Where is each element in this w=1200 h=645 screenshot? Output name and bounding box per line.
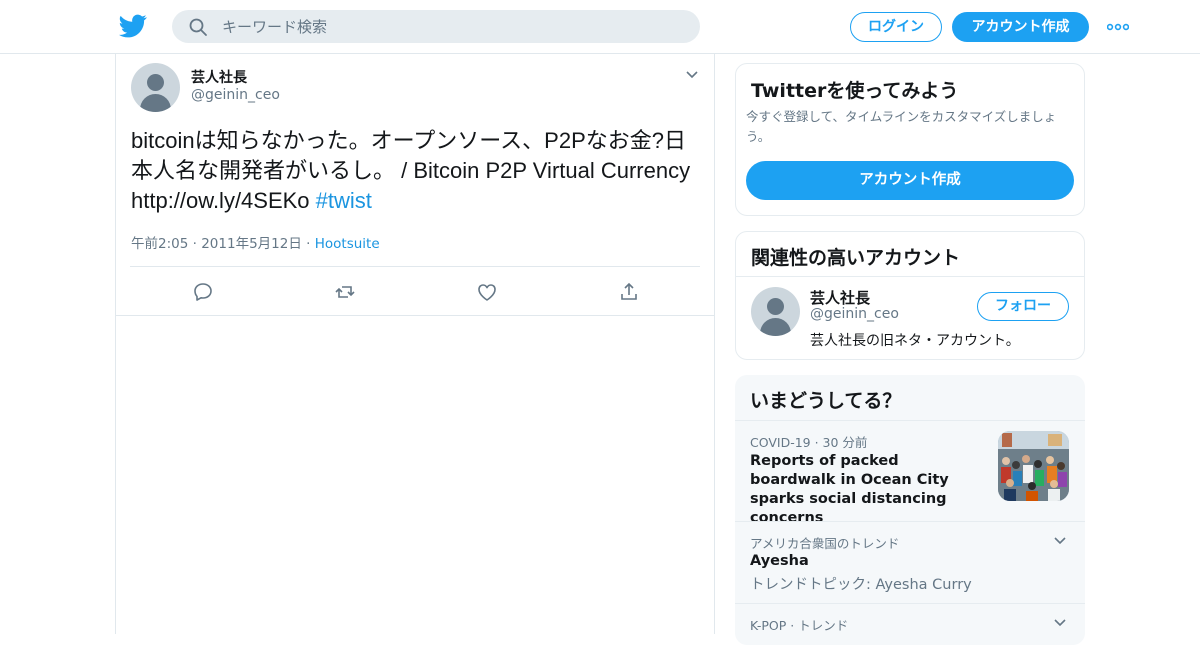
retweet-icon[interactable] <box>334 281 356 303</box>
chevron-down-icon[interactable] <box>1053 618 1067 628</box>
trend-meta: K-POP · トレンド <box>750 618 849 633</box>
tweet-author-handle[interactable]: @geinin_ceo <box>191 87 280 103</box>
like-icon[interactable] <box>476 281 498 303</box>
related-card-title: 関連性の高いアカウント <box>751 247 961 269</box>
avatar[interactable] <box>131 63 180 112</box>
twitter-bird-icon[interactable] <box>119 12 147 40</box>
search-box[interactable] <box>172 10 700 43</box>
hashtag-link[interactable]: #twist <box>316 188 372 213</box>
related-account-handle[interactable]: @geinin_ceo <box>810 306 899 322</box>
avatar-head-shape <box>147 74 164 91</box>
search-input[interactable] <box>222 10 682 43</box>
tweet-timestamp: 午前2:05 · 2011年5月12日 · Hootsuite <box>131 232 380 252</box>
meta-separator: · <box>306 236 311 252</box>
trends-card: いまどうしてる？ COVID-19 · 30 分前 Reports of pac… <box>735 375 1085 645</box>
chevron-down-icon[interactable] <box>1053 536 1067 546</box>
divider <box>735 420 1085 421</box>
tweet-author-name[interactable]: 芸人社長 <box>191 67 247 87</box>
related-accounts-card: 関連性の高いアカウント 芸人社長 @geinin_ceo 芸人社長の旧ネタ・アカ… <box>735 231 1085 360</box>
crowd-photo-icon <box>998 431 1069 501</box>
follow-button[interactable]: フォロー <box>977 292 1069 321</box>
login-button[interactable]: ログイン <box>850 12 942 42</box>
trend-headline[interactable]: Reports of packed boardwalk in Ocean Cit… <box>750 452 975 528</box>
divider <box>735 521 1085 522</box>
trend-meta: アメリカ合衆国のトレンド <box>750 536 900 551</box>
signup-card: Twitterを使ってみよう 今すぐ登録して、タイムラインをカスタマイズしましょ… <box>735 63 1085 216</box>
signup-card-title: Twitterを使ってみよう <box>751 80 959 102</box>
divider <box>735 603 1085 604</box>
tweet-text: bitcoinは知らなかった。オープンソース、P2Pなお金?日本人名な開発者がい… <box>131 126 701 216</box>
chevron-down-icon[interactable] <box>684 69 700 81</box>
related-account-bio: 芸人社長の旧ネタ・アカウント。 <box>810 333 1020 349</box>
trend-name[interactable]: Ayesha <box>750 552 975 571</box>
search-icon <box>189 18 207 36</box>
tweet-time[interactable]: 午前2:05 <box>131 236 188 252</box>
trend-meta: COVID-19 · 30 分前 <box>750 435 868 450</box>
avatar-head-shape <box>767 298 784 315</box>
tweet-action-bar <box>116 267 714 316</box>
reply-icon[interactable] <box>192 281 214 303</box>
more-dots-icon[interactable] <box>1107 22 1129 32</box>
tweet-text-body: bitcoinは知らなかった。オープンソース、P2Pなお金?日本人名な開発者がい… <box>131 128 691 213</box>
signup-card-description: 今すぐ登録して、タイムラインをカスタマイズしましょう。 <box>746 109 1057 144</box>
trend-thumbnail-image[interactable] <box>998 431 1069 501</box>
top-navigation-bar: ログイン アカウント作成 <box>0 0 1200 54</box>
divider <box>736 276 1084 277</box>
avatar[interactable] <box>751 287 800 336</box>
tweet-source-link[interactable]: Hootsuite <box>315 236 380 252</box>
trends-card-title: いまどうしてる？ <box>750 390 902 412</box>
create-account-button[interactable]: アカウント作成 <box>746 161 1074 200</box>
signup-button[interactable]: アカウント作成 <box>952 12 1089 42</box>
trend-subtitle: トレンドトピック: Ayesha Curry <box>750 577 972 593</box>
tweet-date[interactable]: 2011年5月12日 <box>201 236 302 252</box>
avatar-body-shape <box>760 318 791 336</box>
avatar-body-shape <box>140 94 171 112</box>
tweet-column: 芸人社長 @geinin_ceo bitcoinは知らなかった。オープンソース、… <box>115 54 715 634</box>
related-account-name[interactable]: 芸人社長 <box>810 287 870 308</box>
share-icon[interactable] <box>618 281 640 303</box>
meta-separator: · <box>192 236 197 252</box>
